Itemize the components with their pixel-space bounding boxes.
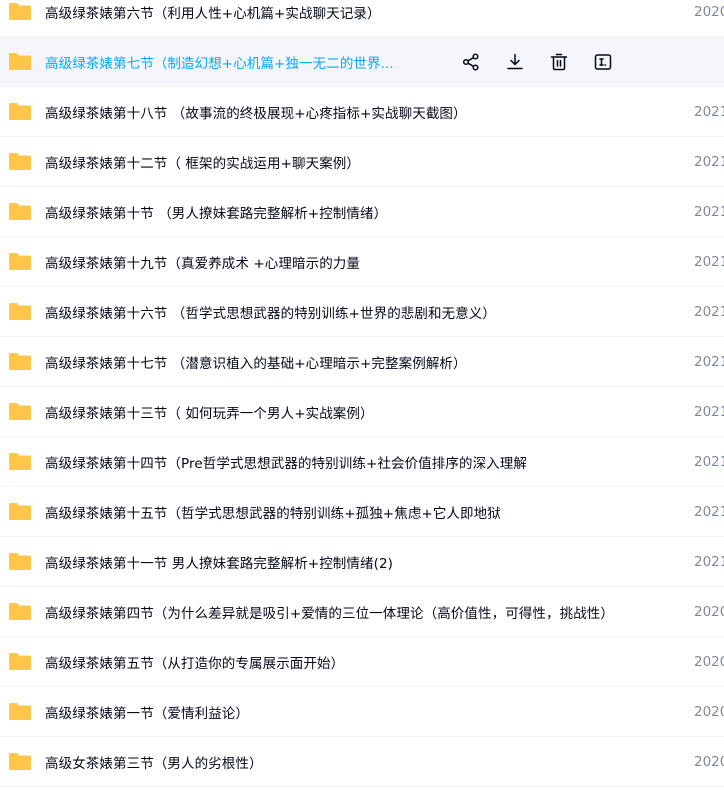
file-date: 2021 — [694, 553, 724, 570]
folder-icon — [8, 2, 32, 21]
folder-icon — [8, 502, 32, 521]
file-date: 2021 — [694, 203, 724, 220]
folder-icon — [8, 602, 32, 621]
file-row[interactable]: 高级绿茶婊第十九节（真爱养成术 +心理暗示的力量 2021 — [0, 237, 724, 287]
row-actions — [460, 50, 636, 74]
file-name[interactable]: 高级绿茶婊第十三节（ 如何玩弄一个男人+实战案例） — [45, 402, 374, 422]
folder-icon — [8, 152, 32, 171]
file-row[interactable]: 高级绿茶婊第十七节 （潜意识植入的基础+心理暗示+完整案例解析） 2021 — [0, 337, 724, 387]
file-date: 2021 — [694, 303, 724, 320]
file-row[interactable]: 高级绿茶婊第六节（利用人性+心机篇+实战聊天记录） 2020 — [0, 0, 724, 37]
file-list: 高级绿茶婊第六节（利用人性+心机篇+实战聊天记录） 2020 高级绿茶婊第七节（制造… — [0, 0, 724, 787]
file-row[interactable]: 高级绿茶婊第十二节（ 框架的实战运用+聊天案例） 2021 — [0, 137, 724, 187]
download-button[interactable] — [504, 51, 526, 73]
file-row[interactable]: 高级绿茶婊第十六节 （哲学式思想武器的特别训练+世界的悲剧和无意义） 2021 — [0, 287, 724, 337]
file-row[interactable]: 高级绿茶婊第十五节（哲学式思想武器的特别训练+孤独+焦虑+它人即地狱 2021 — [0, 487, 724, 537]
file-row[interactable]: 高级绿茶婊第一节（爱情利益论） 2020 — [0, 687, 724, 737]
file-name[interactable]: 高级绿茶婊第四节（为什么差异就是吸引+爱情的三位一体理论（高价值性，可得性，挑战… — [45, 602, 614, 622]
folder-icon — [8, 752, 32, 771]
folder-icon — [8, 402, 32, 421]
file-name[interactable]: 高级绿茶婊第十七节 （潜意识植入的基础+心理暗示+完整案例解析） — [45, 352, 467, 372]
folder-icon — [8, 702, 32, 721]
folder-icon — [8, 252, 32, 271]
folder-icon — [8, 652, 32, 671]
file-name[interactable]: 高级绿茶婊第十五节（哲学式思想武器的特别训练+孤独+焦虑+它人即地狱 — [45, 502, 501, 522]
file-name[interactable]: 高级绿茶婊第十四节（Pre哲学式思想武器的特别训练+社会价值排序的深入理解 — [45, 452, 527, 472]
file-name[interactable]: 高级绿茶婊第十六节 （哲学式思想武器的特别训练+世界的悲剧和无意义） — [45, 302, 496, 322]
delete-button[interactable] — [548, 51, 570, 73]
file-row[interactable]: 高级绿茶婊第十三节（ 如何玩弄一个男人+实战案例） 2021 — [0, 387, 724, 437]
delete-icon — [549, 52, 569, 72]
folder-icon — [8, 102, 32, 121]
file-date: 2020 — [694, 603, 724, 620]
file-name[interactable]: 高级绿茶婊第十二节（ 框架的实战运用+聊天案例） — [45, 152, 360, 172]
file-date: 2021 — [694, 403, 724, 420]
file-name[interactable]: 高级绿茶婊第六节（利用人性+心机篇+实战聊天记录） — [45, 2, 381, 22]
file-date: 2020 — [694, 753, 724, 770]
folder-icon — [8, 452, 32, 471]
rename-button[interactable] — [592, 51, 614, 73]
file-name[interactable]: 高级绿茶婊第十一节 男人撩妹套路完整解析+控制情绪(2) — [45, 552, 393, 572]
folder-icon — [8, 302, 32, 321]
file-row[interactable]: 高级绿茶婊第十八节 （故事流的终极展现+心疼指标+实战聊天截图） 2021 — [0, 87, 724, 137]
file-name[interactable]: 高级绿茶婊第十九节（真爱养成术 +心理暗示的力量 — [45, 252, 360, 272]
folder-icon — [8, 552, 32, 571]
share-button[interactable] — [460, 51, 482, 73]
file-row[interactable]: 高级绿茶婊第十一节 男人撩妹套路完整解析+控制情绪(2) 2021 — [0, 537, 724, 587]
folder-icon — [8, 52, 32, 71]
file-date: 2021 — [694, 253, 724, 270]
share-icon — [461, 52, 481, 72]
file-date: 2021 — [694, 503, 724, 520]
file-row[interactable]: 高级绿茶婊第五节（从打造你的专属展示面开始） 2020 — [0, 637, 724, 687]
file-name[interactable]: 高级女茶婊第三节（男人的劣根性） — [45, 752, 263, 772]
file-row[interactable]: 高级绿茶婊第十四节（Pre哲学式思想武器的特别训练+社会价值排序的深入理解 202… — [0, 437, 724, 487]
file-name[interactable]: 高级绿茶婊第十节 （男人撩妹套路完整解析+控制情绪） — [45, 202, 387, 222]
file-row[interactable]: 高级绿茶婊第七节（制造幻想+心机篇+独一无二的世界... — [0, 37, 724, 87]
file-date: 2020 — [694, 703, 724, 720]
file-row[interactable]: 高级绿茶婊第四节（为什么差异就是吸引+爱情的三位一体理论（高价值性，可得性，挑战… — [0, 587, 724, 637]
file-date: 2020 — [694, 653, 724, 670]
folder-icon — [8, 202, 32, 221]
file-row[interactable]: 高级女茶婊第三节（男人的劣根性） 2020 — [0, 737, 724, 787]
file-date: 2020 — [694, 3, 724, 20]
file-date: 2021 — [694, 153, 724, 170]
file-row[interactable]: 高级绿茶婊第十节 （男人撩妹套路完整解析+控制情绪） 2021 — [0, 187, 724, 237]
file-name[interactable]: 高级绿茶婊第五节（从打造你的专属展示面开始） — [45, 652, 344, 672]
rename-icon — [593, 52, 613, 72]
file-name[interactable]: 高级绿茶婊第十八节 （故事流的终极展现+心疼指标+实战聊天截图） — [45, 102, 467, 122]
download-icon — [505, 52, 525, 72]
file-date: 2021 — [694, 453, 724, 470]
file-name[interactable]: 高级绿茶婊第七节（制造幻想+心机篇+独一无二的世界... — [45, 52, 394, 72]
file-date: 2021 — [694, 103, 724, 120]
file-name[interactable]: 高级绿茶婊第一节（爱情利益论） — [45, 702, 249, 722]
folder-icon — [8, 352, 32, 371]
file-date: 2021 — [694, 353, 724, 370]
